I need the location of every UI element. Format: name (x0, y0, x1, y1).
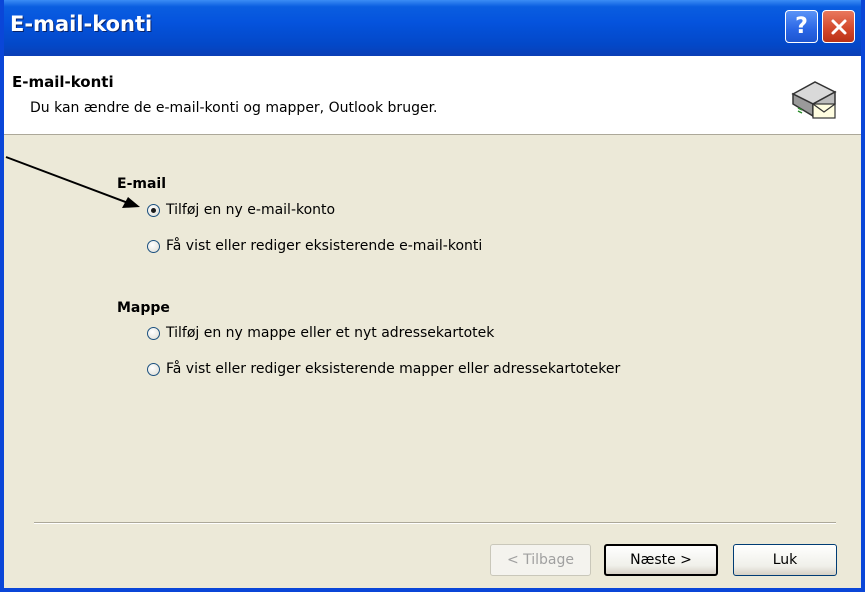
radio-add-folder[interactable]: Tilføj en ny mappe eller et nyt adressek… (147, 325, 494, 341)
button-separator (34, 522, 836, 524)
radio-add-email-account[interactable]: Tilføj en ny e-mail-konto (147, 202, 335, 218)
header-subtitle: Du kan ændre de e-mail-konti og mapper, … (30, 100, 438, 116)
next-button[interactable]: Næste > (604, 544, 718, 576)
close-x-icon (831, 19, 846, 34)
help-label: ? (795, 14, 808, 39)
option-label: Tilføj en ny mappe eller et nyt adressek… (166, 325, 495, 341)
radio-button[interactable] (147, 239, 160, 253)
mail-server-envelope-icon (791, 81, 837, 119)
header-title: E-mail-konti (12, 73, 114, 91)
window-title: E-mail-konti (10, 12, 153, 36)
wizard-header: E-mail-konti Du kan ændre de e-mail-kont… (4, 56, 861, 135)
radio-button-checked[interactable] (147, 203, 160, 217)
email-section-heading: E-mail (117, 176, 167, 192)
back-button[interactable]: < Tilbage (490, 544, 591, 576)
option-label: Få vist eller rediger eksisterende mappe… (166, 361, 621, 377)
folder-section-heading: Mappe (117, 300, 170, 316)
help-button[interactable]: ? (785, 10, 818, 43)
option-label: Få vist eller rediger eksisterende e-mai… (166, 238, 483, 254)
radio-view-edit-folders[interactable]: Få vist eller rediger eksisterende mappe… (147, 361, 620, 377)
radio-view-edit-email-accounts[interactable]: Få vist eller rediger eksisterende e-mai… (147, 238, 482, 254)
radio-button[interactable] (147, 362, 160, 376)
dialog-window: E-mail-konti ? E-mail-konti Du kan ændre… (0, 0, 865, 592)
close-window-button[interactable] (822, 10, 855, 43)
option-label: Tilføj en ny e-mail-konto (166, 202, 336, 218)
radio-button[interactable] (147, 326, 160, 340)
title-bar[interactable]: E-mail-konti ? (4, 0, 861, 56)
close-button[interactable]: Luk (733, 544, 837, 576)
